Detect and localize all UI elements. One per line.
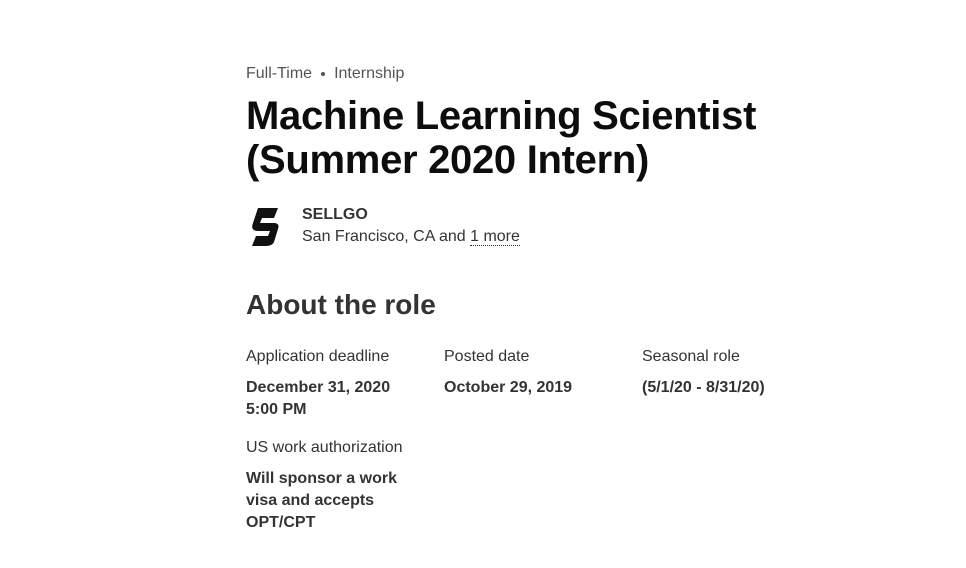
detail-value: October 29, 2019 xyxy=(444,379,573,396)
sellgo-logo-icon[interactable] xyxy=(246,204,286,248)
detail-value: December 31, 2020 5:00 PM xyxy=(246,379,391,418)
employer-text: SELLGO San Francisco, CA and 1 more xyxy=(302,204,520,248)
job-posting-page: Full-Time Internship Machine Learning Sc… xyxy=(0,0,966,568)
job-title-line-1: Machine Learning Scientist xyxy=(246,94,757,138)
role-details-grid: Application deadline December 31, 2020 5… xyxy=(246,346,846,534)
location-text: San Francisco, CA and xyxy=(302,228,471,245)
detail-value: Will sponsor a work visa and accepts OPT… xyxy=(246,470,397,531)
more-locations-link[interactable]: 1 more xyxy=(470,228,520,246)
separator-dot xyxy=(321,72,326,76)
employer-location: San Francisco, CA and 1 more xyxy=(302,226,520,248)
job-content: Full-Time Internship Machine Learning Sc… xyxy=(246,60,846,534)
detail-posted-date: Posted date October 29, 2019 xyxy=(444,346,642,421)
detail-label: US work authorization xyxy=(246,439,403,456)
job-title: Machine Learning Scientist (Summer 2020 … xyxy=(246,94,846,182)
detail-label: Application deadline xyxy=(246,348,390,365)
tag-full-time: Full-Time xyxy=(246,65,313,82)
detail-label: Posted date xyxy=(444,348,530,365)
detail-application-deadline: Application deadline December 31, 2020 5… xyxy=(246,346,444,421)
detail-seasonal-role: Seasonal role (5/1/20 - 8/31/20) xyxy=(642,346,840,421)
about-role-heading: About the role xyxy=(246,289,436,320)
job-title-line-2: (Summer 2020 Intern) xyxy=(246,138,650,182)
employer-info: SELLGO San Francisco, CA and 1 more xyxy=(246,204,846,248)
detail-value: (5/1/20 - 8/31/20) xyxy=(642,379,765,396)
tag-internship: Internship xyxy=(334,65,405,82)
detail-us-work-authorization: US work authorization Will sponsor a wor… xyxy=(246,437,444,534)
detail-label: Seasonal role xyxy=(642,348,740,365)
job-type-tags: Full-Time Internship xyxy=(246,60,846,88)
employer-name[interactable]: SELLGO xyxy=(302,204,520,226)
